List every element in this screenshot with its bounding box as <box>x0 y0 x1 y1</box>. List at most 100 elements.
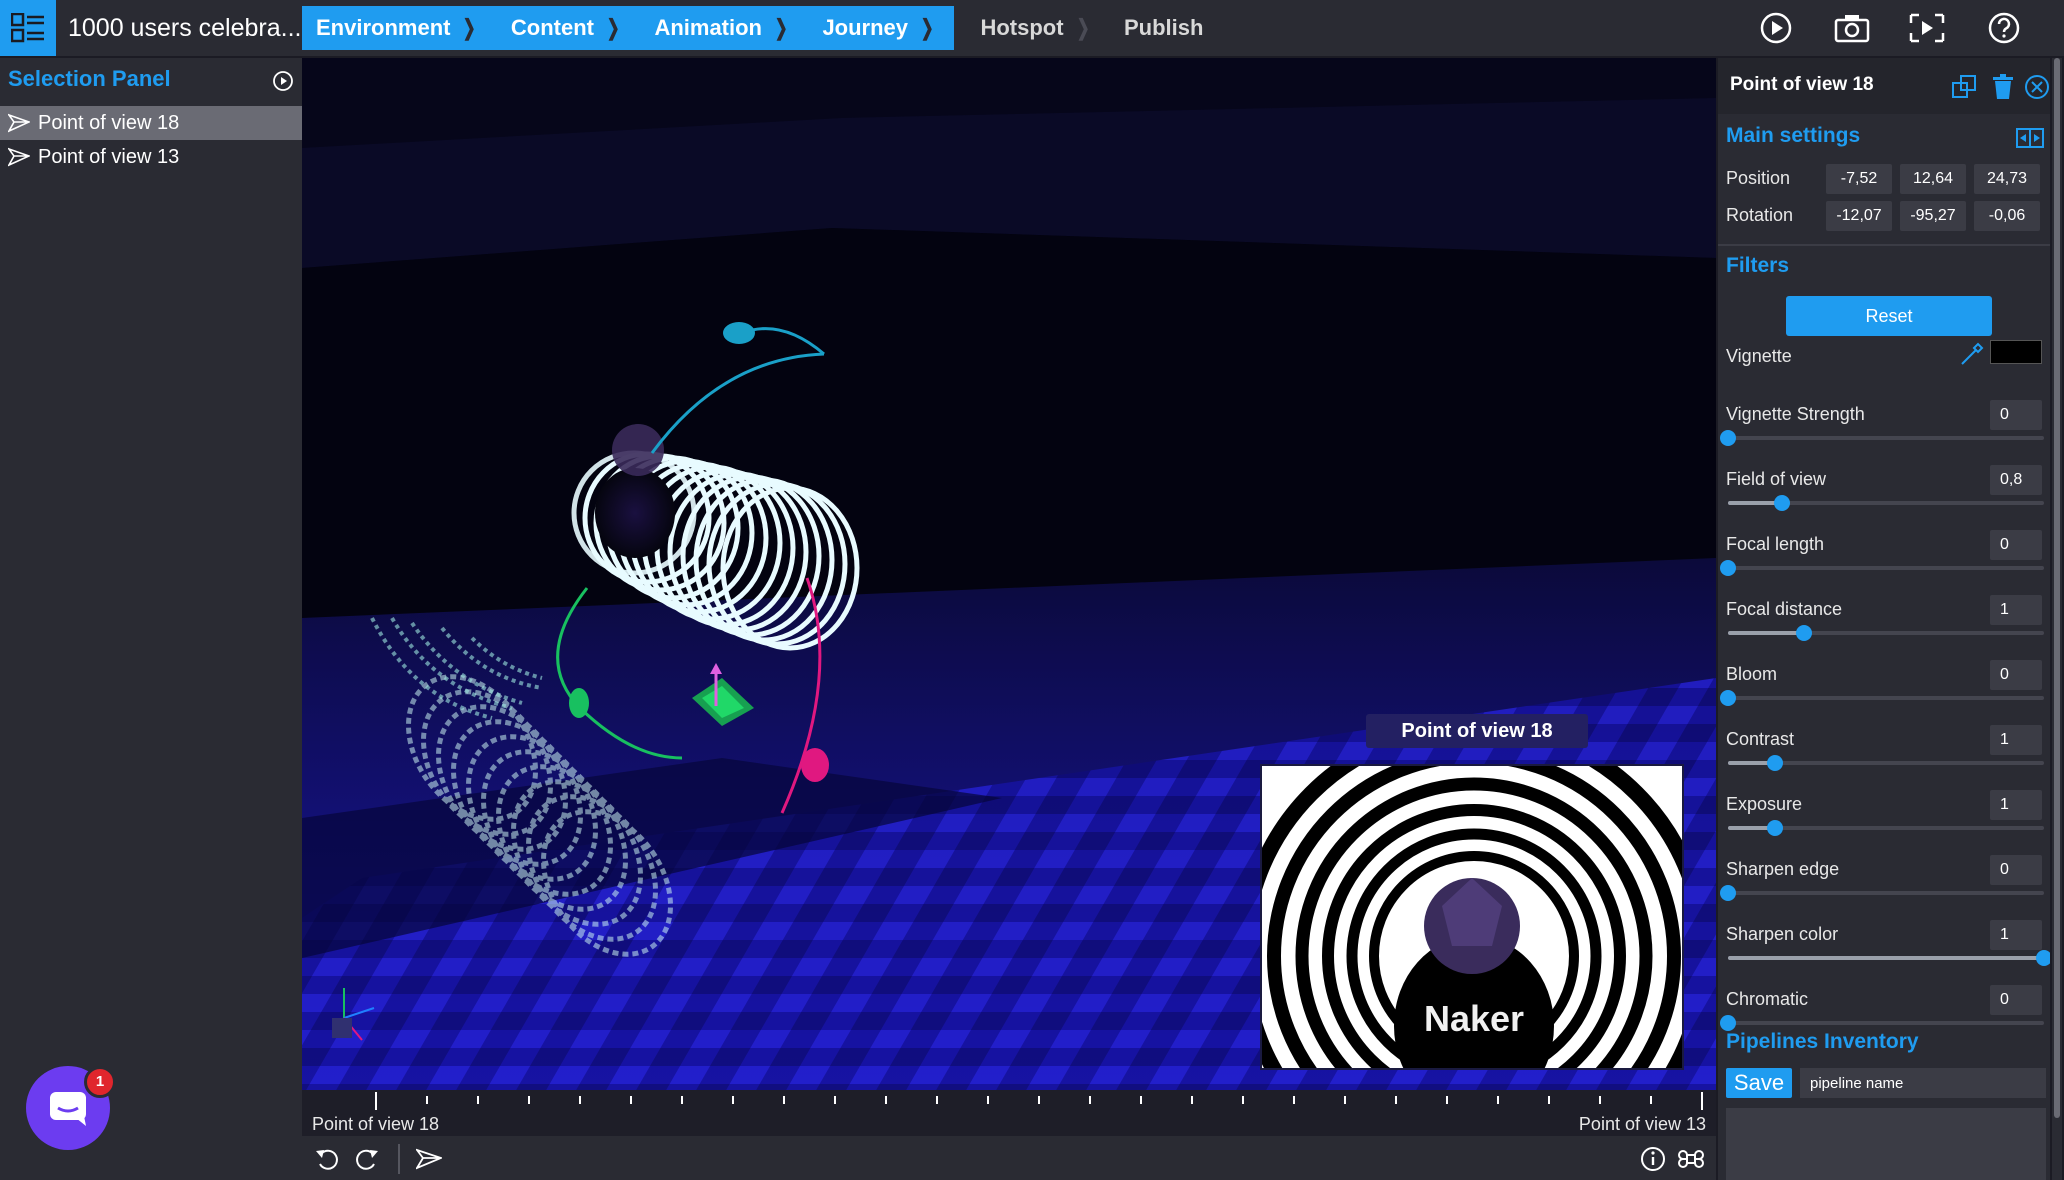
split-view-button[interactable] <box>2016 128 2044 153</box>
screenshot-button[interactable] <box>1824 6 1880 50</box>
split-view-icon <box>2016 128 2044 148</box>
slider-knob[interactable] <box>1720 690 1736 706</box>
slider-value-input[interactable]: 1 <box>1990 920 2042 950</box>
slider-value-input[interactable]: 1 <box>1990 725 2042 755</box>
play-circle-icon <box>273 71 293 91</box>
pipeline-name-input[interactable] <box>1800 1068 2046 1098</box>
slider-value-input[interactable]: 0 <box>1990 855 2042 885</box>
slider-label: Field of view <box>1726 469 1827 489</box>
properties-title: Point of view 18 <box>1730 74 1874 95</box>
undo-button[interactable] <box>310 1142 344 1176</box>
eyedropper-icon <box>1961 342 1984 365</box>
slider-knob[interactable] <box>1767 820 1784 836</box>
slider-label: Focal length <box>1726 534 1825 554</box>
slider-track[interactable] <box>1720 430 2044 446</box>
slider-label: Chromatic <box>1726 989 1809 1009</box>
tab-hotspot[interactable]: Hotspot ❯ <box>954 6 1110 50</box>
position-y-input[interactable]: 12,64 <box>1900 164 1966 194</box>
grid-list-icon <box>11 13 44 43</box>
slider-knob[interactable] <box>2036 950 2050 966</box>
main-settings-title: Main settings <box>1726 124 1861 147</box>
slider-knob[interactable] <box>1720 885 1736 901</box>
slider-value-input[interactable]: 0 <box>1990 400 2042 430</box>
info-button[interactable] <box>1636 1142 1670 1176</box>
slider-knob[interactable] <box>1773 495 1790 511</box>
tab-journey[interactable]: Journey ❯ <box>808 6 955 50</box>
slider-label: Bloom <box>1726 664 1778 684</box>
slider-track[interactable] <box>1720 1015 2044 1031</box>
slider-fill <box>1728 956 2044 960</box>
tab-publish[interactable]: Publish <box>1110 6 1203 50</box>
rotation-x-input[interactable]: -12,07 <box>1826 201 1892 231</box>
tab-environment[interactable]: Environment ❯ <box>302 6 497 50</box>
3d-viewport[interactable]: Point of view 18 Naker <box>302 58 1716 1090</box>
breadcrumb: Environment ❯ Content ❯ Animation ❯ Journey… <box>302 6 1203 50</box>
project-title[interactable]: 1000 users celebra... <box>68 0 301 56</box>
help-button[interactable] <box>1976 6 2032 50</box>
tab-content[interactable]: Content ❯ <box>496 6 641 50</box>
list-item-pov-18[interactable]: Point of view 18 <box>0 106 302 140</box>
tab-label: Journey <box>822 15 909 40</box>
tab-animation[interactable]: Animation ❯ <box>640 6 809 50</box>
close-button[interactable] <box>2022 72 2050 102</box>
position-z-input[interactable]: 24,73 <box>1974 164 2040 194</box>
play-icon <box>1760 12 1792 44</box>
slider-track[interactable] <box>1720 560 2044 576</box>
position-label: Position <box>1726 168 1791 188</box>
slider-value-input[interactable]: 1 <box>1990 595 2042 625</box>
slider-track[interactable] <box>1728 950 2050 966</box>
divider <box>1718 244 2050 246</box>
chevron-right-icon: ❯ <box>920 15 934 40</box>
color-picker-button[interactable] <box>1960 342 1984 371</box>
selection-panel: Selection Panel Point of view 18 Point o… <box>0 58 302 1180</box>
slider-track[interactable] <box>1720 690 2044 706</box>
slider-value-input[interactable]: 0,8 <box>1990 465 2042 495</box>
slider-track[interactable] <box>1728 755 2044 771</box>
slider-knob[interactable] <box>1720 560 1736 576</box>
top-bar: 1000 users celebra... Environment ❯ Conte… <box>0 0 2064 56</box>
position-x-input[interactable]: -7,52 <box>1826 164 1892 194</box>
delete-button[interactable] <box>1988 72 2018 102</box>
command-key-icon <box>1678 1150 1704 1168</box>
filters-title: Filters <box>1726 254 1790 277</box>
scrollbar-thumb[interactable] <box>2054 58 2060 1118</box>
add-point-of-view-button[interactable] <box>412 1142 446 1176</box>
properties-scrollbar[interactable] <box>2052 58 2062 1180</box>
tab-label: Animation <box>654 15 762 40</box>
rotation-y-input[interactable]: -95,27 <box>1900 201 1966 231</box>
play-button[interactable] <box>1748 6 1804 50</box>
slider-knob[interactable] <box>1767 755 1784 771</box>
list-item-pov-13[interactable]: Point of view 13 <box>0 140 302 174</box>
slider-knob[interactable] <box>1720 430 1736 446</box>
slider-label: Vignette Strength <box>1726 404 1865 424</box>
tab-label: Environment <box>316 15 451 40</box>
slider-track[interactable] <box>1728 820 2044 836</box>
properties-header: Point of view 18 <box>1718 58 2050 114</box>
rotation-z-input[interactable]: -0,06 <box>1974 201 2040 231</box>
slider-value-input[interactable]: 0 <box>1990 985 2042 1015</box>
redo-button[interactable] <box>350 1142 384 1176</box>
slider-value-input[interactable]: 0 <box>1990 660 2042 690</box>
slider-knob[interactable] <box>1795 625 1812 641</box>
play-circle-button[interactable] <box>272 70 294 92</box>
reset-filters-button[interactable]: Reset <box>1786 296 1992 336</box>
slider-track[interactable] <box>1728 625 2044 641</box>
shortcuts-button[interactable] <box>1674 1142 1708 1176</box>
slider-fill <box>1728 631 1804 635</box>
duplicate-icon <box>1952 75 1976 98</box>
paper-plane-icon <box>0 113 38 133</box>
menu-grid-button[interactable] <box>0 0 56 56</box>
vignette-color-swatch[interactable] <box>1990 340 2042 364</box>
slider-value-input[interactable]: 0 <box>1990 530 2042 560</box>
slider-track[interactable] <box>1728 495 2044 511</box>
save-pipeline-button[interactable]: Save <box>1726 1068 1792 1098</box>
slider-track[interactable] <box>1720 885 2044 901</box>
help-icon <box>1988 12 2020 44</box>
duplicate-button[interactable] <box>1950 72 1980 102</box>
preview-button[interactable] <box>1899 6 1955 50</box>
chevron-right-icon: ❯ <box>774 15 788 40</box>
slider-knob[interactable] <box>1720 1015 1736 1031</box>
slider-label: Sharpen edge <box>1726 859 1840 879</box>
timeline[interactable]: Point of view 18 Point of view 13 <box>302 1090 1716 1136</box>
slider-value-input[interactable]: 1 <box>1990 790 2042 820</box>
